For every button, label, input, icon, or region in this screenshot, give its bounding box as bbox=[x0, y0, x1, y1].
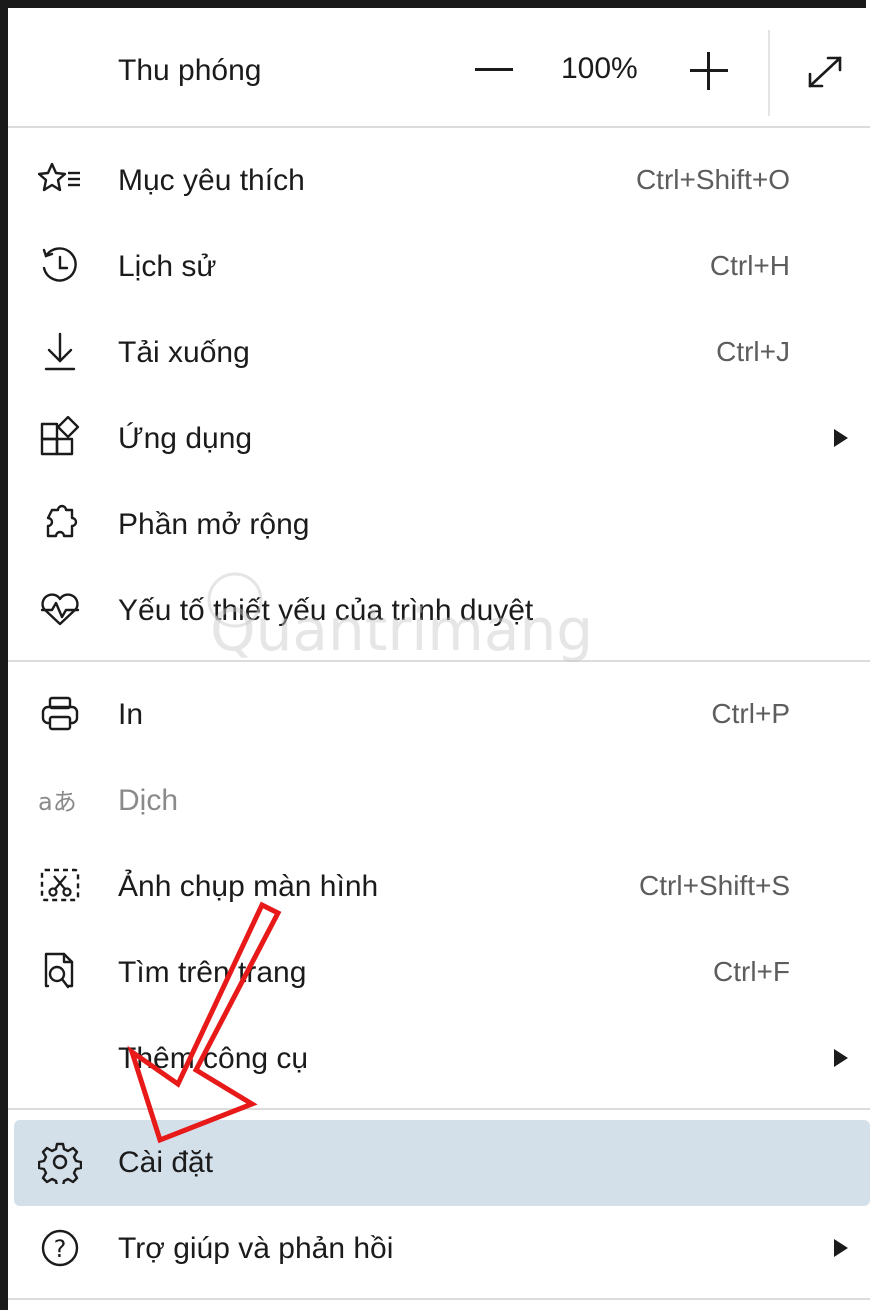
menu-item-favorites[interactable]: Mục yêu thích Ctrl+Shift+O bbox=[8, 138, 870, 224]
settings-gear-icon bbox=[38, 1142, 82, 1184]
menu-item-history[interactable]: Lịch sử Ctrl+H bbox=[8, 224, 870, 310]
svg-text:?: ? bbox=[54, 1235, 67, 1263]
help-question-icon: ? bbox=[41, 1229, 79, 1267]
apps-icon bbox=[40, 416, 80, 456]
menu-item-label: Trợ giúp và phản hồi bbox=[118, 1232, 394, 1265]
screenshot-scissors-icon bbox=[40, 868, 80, 902]
submenu-arrow-icon bbox=[834, 429, 848, 447]
menu-item-label: Mục yêu thích bbox=[118, 164, 305, 197]
menu-item-more-tools[interactable]: Thêm công cụ bbox=[8, 1016, 870, 1102]
menu-item-label: Yếu tố thiết yếu của trình duyệt bbox=[118, 594, 534, 627]
menu-item-label: Ảnh chụp màn hình bbox=[118, 870, 379, 903]
menu-item-label: Cài đặt bbox=[118, 1146, 214, 1179]
menu-item-label: Lịch sử bbox=[118, 250, 217, 283]
extensions-puzzle-icon bbox=[46, 504, 78, 538]
window-frame-left bbox=[0, 0, 8, 1310]
menu-item-print[interactable]: In Ctrl+P bbox=[8, 672, 870, 758]
keyboard-shortcut: Ctrl+H bbox=[709, 250, 790, 281]
menu-item-find-on-page[interactable]: Tìm trên trang Ctrl+F bbox=[8, 930, 870, 1016]
printer-icon bbox=[41, 696, 79, 731]
translate-icon: aあ bbox=[38, 788, 77, 816]
menu-item-label: Ứng dụng bbox=[118, 422, 253, 455]
menu-item-apps[interactable]: Ứng dụng bbox=[8, 396, 870, 482]
menu-item-help-feedback[interactable]: ? Trợ giúp và phản hồi bbox=[8, 1206, 870, 1292]
menu-divider bbox=[8, 1108, 870, 1110]
menu-item-label: Thêm công cụ bbox=[118, 1042, 309, 1075]
menu-divider bbox=[8, 126, 870, 128]
history-icon bbox=[42, 247, 77, 282]
find-on-page-icon bbox=[44, 952, 74, 989]
keyboard-shortcut: Ctrl+P bbox=[711, 698, 790, 729]
download-icon bbox=[44, 332, 76, 371]
menu-item-screenshot[interactable]: Ảnh chụp màn hình Ctrl+Shift+S bbox=[8, 844, 870, 930]
menu-item-settings[interactable]: Cài đặt bbox=[14, 1120, 870, 1206]
fullscreen-icon[interactable] bbox=[804, 52, 846, 92]
window-frame-top bbox=[0, 0, 866, 8]
favorites-star-icon bbox=[38, 162, 80, 192]
zoom-divider bbox=[768, 30, 770, 116]
menu-item-label: Dịch bbox=[118, 784, 179, 817]
menu-divider bbox=[8, 1298, 870, 1300]
zoom-label: Thu phóng bbox=[118, 54, 262, 87]
menu-item-downloads[interactable]: Tải xuống Ctrl+J bbox=[8, 310, 870, 396]
submenu-arrow-icon bbox=[834, 1049, 848, 1067]
heart-pulse-icon bbox=[40, 593, 80, 626]
zoom-level: 100% bbox=[561, 52, 638, 85]
menu-item-label: Phần mở rộng bbox=[118, 508, 310, 541]
menu-item-label: Tải xuống bbox=[118, 336, 250, 369]
svg-text:aあ: aあ bbox=[38, 788, 77, 816]
keyboard-shortcut: Ctrl+Shift+O bbox=[635, 164, 790, 195]
zoom-in-button[interactable] bbox=[690, 52, 728, 90]
menu-item-label: In bbox=[118, 698, 144, 731]
menu-item-translate[interactable]: aあ Dịch bbox=[8, 758, 870, 844]
browser-settings-menu: Thu phóng 100% Mục yêu thích Ctrl+Shift+… bbox=[8, 8, 870, 1310]
keyboard-shortcut: Ctrl+Shift+S bbox=[639, 870, 790, 901]
menu-item-label: Tìm trên trang bbox=[118, 956, 307, 989]
menu-divider bbox=[8, 660, 870, 662]
zoom-out-button[interactable] bbox=[475, 68, 513, 71]
zoom-row: Thu phóng 100% bbox=[8, 8, 870, 126]
menu-item-browser-essentials[interactable]: Yếu tố thiết yếu của trình duyệt bbox=[8, 568, 870, 654]
keyboard-shortcut: Ctrl+J bbox=[716, 336, 790, 367]
keyboard-shortcut: Ctrl+F bbox=[713, 956, 790, 987]
submenu-arrow-icon bbox=[834, 1239, 848, 1257]
menu-item-extensions[interactable]: Phần mở rộng bbox=[8, 482, 870, 568]
